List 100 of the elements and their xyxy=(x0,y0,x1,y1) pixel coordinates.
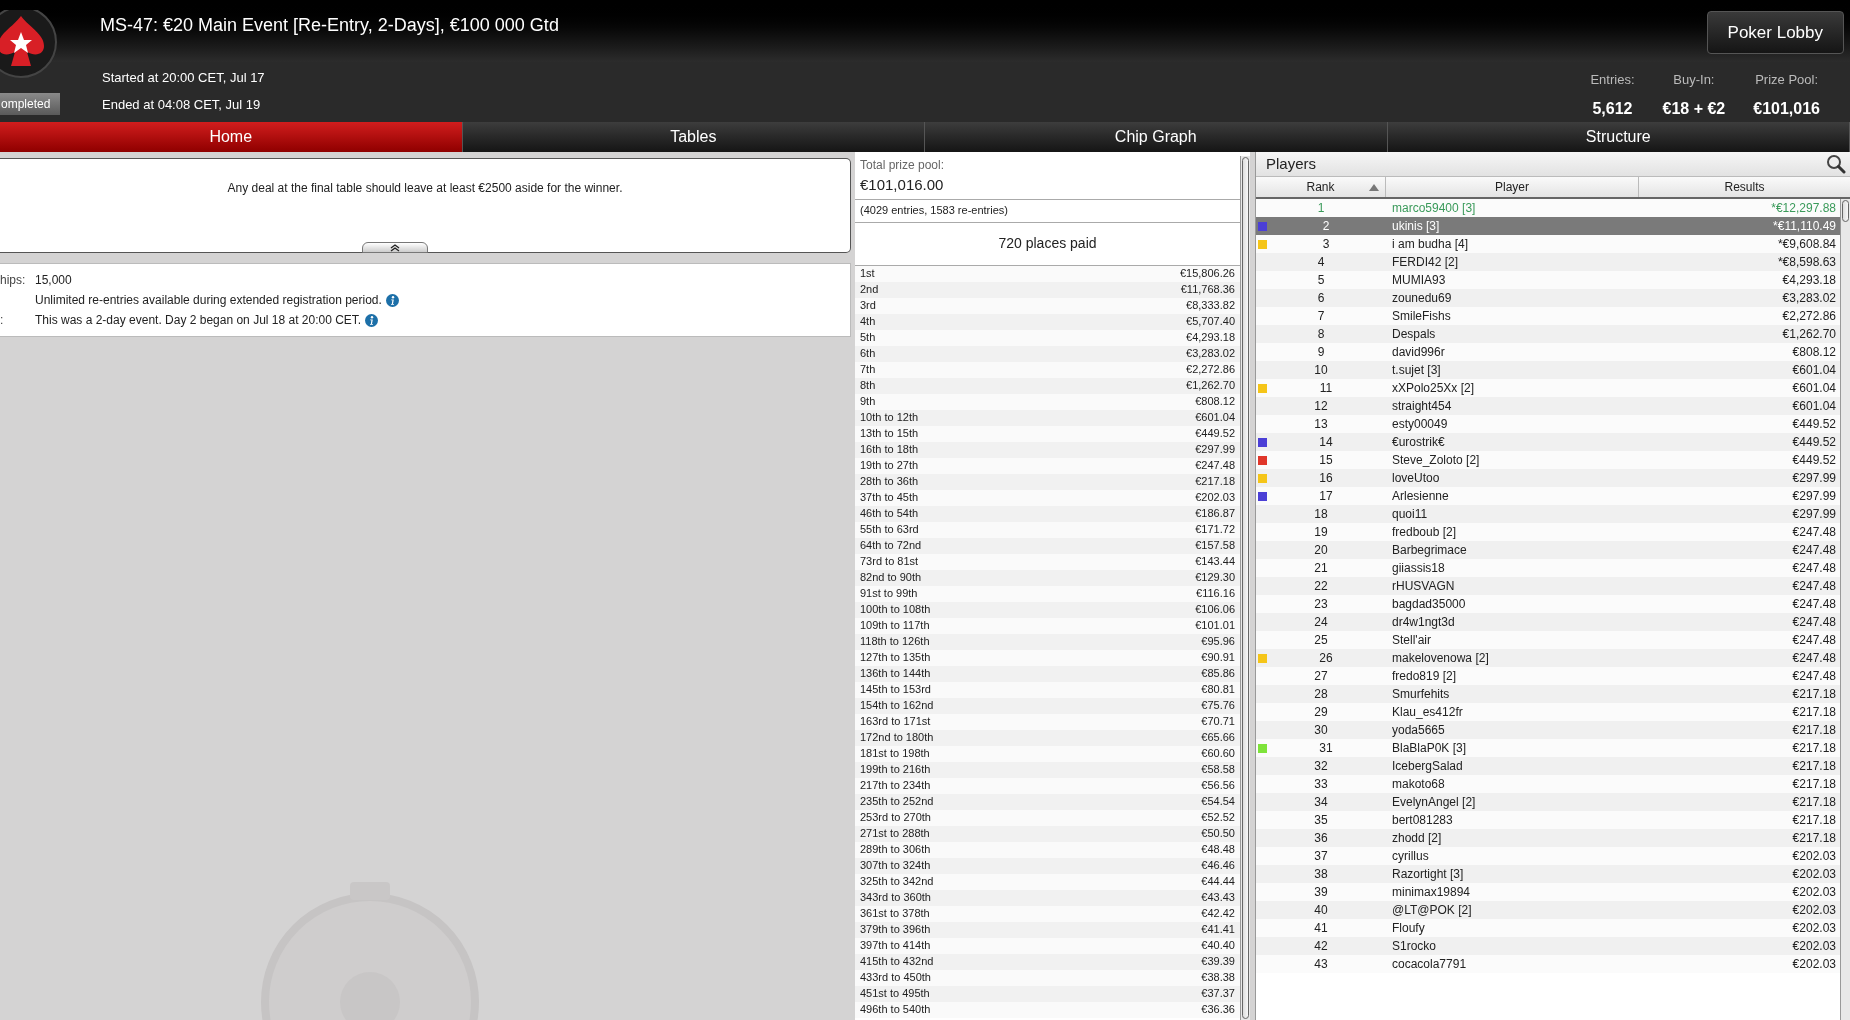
player-name: bagdad35000 xyxy=(1391,596,1467,613)
player-row[interactable]: 36 zhodd [2] €217.18 xyxy=(1256,829,1840,847)
player-row[interactable]: 33 makoto68 €217.18 xyxy=(1256,775,1840,793)
player-row[interactable]: 9 david996r €808.12 xyxy=(1256,343,1840,361)
payout-place: 343rd to 360th xyxy=(860,890,931,906)
player-row[interactable]: 34 EvelynAngel [2] €217.18 xyxy=(1256,793,1840,811)
player-row[interactable]: 26 makelovenowa [2] €247.48 xyxy=(1256,649,1840,667)
player-row[interactable]: 18 quoi11 €297.99 xyxy=(1256,505,1840,523)
player-row[interactable]: 17 Arlesienne €297.99 xyxy=(1256,487,1840,505)
player-row[interactable]: 23 bagdad35000 €247.48 xyxy=(1256,595,1840,613)
player-name: rHUSVAGN xyxy=(1391,578,1456,595)
player-row[interactable]: 11 xXPolo25Xx [2] €601.04 xyxy=(1256,379,1840,397)
player-row[interactable]: 14 €urostrik€ €449.52 xyxy=(1256,433,1840,451)
rank-cell-text: 11 xyxy=(1319,380,1333,397)
player-row[interactable]: 24 dr4w1ngt3d €247.48 xyxy=(1256,613,1840,631)
player-row[interactable]: 15 Steve_Zoloto [2] €449.52 xyxy=(1256,451,1840,469)
result-cell-text: €217.18 xyxy=(1791,812,1837,829)
player-row[interactable]: 7 SmileFishs €2,272.86 xyxy=(1256,307,1840,325)
column-header[interactable]: Rank xyxy=(1256,177,1386,197)
result-cell-text: €4,293.18 xyxy=(1781,272,1837,289)
rank-cell-text: 34 xyxy=(1314,794,1328,811)
payout-place: 9th xyxy=(860,394,876,410)
player-row[interactable]: 42 S1rocko €202.03 xyxy=(1256,937,1840,955)
payout-place: 145th to 153rd xyxy=(860,682,931,698)
payout-amount: €808.12 xyxy=(1195,394,1235,410)
player-row[interactable]: 43 cocacola7791 €202.03 xyxy=(1256,955,1840,973)
player-row[interactable]: 16 loveUtoo €297.99 xyxy=(1256,469,1840,487)
scrollbar[interactable] xyxy=(1840,199,1850,1020)
payout-amount: €42.42 xyxy=(1201,906,1235,922)
player-row[interactable]: 28 Smurfehits €217.18 xyxy=(1256,685,1840,703)
player-row[interactable]: 32 IcebergSalad €217.18 xyxy=(1256,757,1840,775)
result-cell-text: €217.18 xyxy=(1791,704,1837,721)
player-row[interactable]: 29 Klau_es412fr €217.18 xyxy=(1256,703,1840,721)
tab[interactable]: Tables xyxy=(462,122,925,152)
result-cell-text: €202.03 xyxy=(1791,866,1837,883)
player-row[interactable]: 20 Barbegrimace €247.48 xyxy=(1256,541,1840,559)
column-header[interactable]: Player xyxy=(1386,177,1639,197)
payout-amount: €601.04 xyxy=(1195,410,1235,426)
player-row[interactable]: 4 FERDI42 [2] *€8,598.63 xyxy=(1256,253,1840,271)
player-name: xXPolo25Xx [2] xyxy=(1391,380,1476,397)
payout-amount: €217.18 xyxy=(1195,474,1235,490)
player-row[interactable]: 22 rHUSVAGN €247.48 xyxy=(1256,577,1840,595)
info-text: This was a 2-day event. Day 2 began on Jul 18 at 20:00 CET. xyxy=(35,312,362,329)
payout-place: 100th to 108th xyxy=(860,602,931,618)
poker-lobby-button[interactable]: Poker Lobby xyxy=(1706,11,1844,54)
player-row[interactable]: 35 bert081283 €217.18 xyxy=(1256,811,1840,829)
players-title: Players xyxy=(1265,153,1317,174)
payout-amount: €40.40 xyxy=(1201,938,1235,954)
info-icon[interactable] xyxy=(385,293,399,307)
player-row[interactable]: 39 minimax19894 €202.03 xyxy=(1256,883,1840,901)
player-row[interactable]: 21 giiassis18 €247.48 xyxy=(1256,559,1840,577)
result-cell-text: €449.52 xyxy=(1791,416,1837,433)
player-row[interactable]: 40 @LT@POK [2] €202.03 xyxy=(1256,901,1840,919)
payout-place: 127th to 135th xyxy=(860,650,931,666)
player-row[interactable]: 13 esty00049 €449.52 xyxy=(1256,415,1840,433)
scrollbar[interactable] xyxy=(1240,156,1250,1020)
player-row[interactable]: 6 zounedu69 €3,283.02 xyxy=(1256,289,1840,307)
player-row[interactable]: 5 MUMIA93 €4,293.18 xyxy=(1256,271,1840,289)
player-name: cyrillus xyxy=(1391,848,1430,865)
info-icon[interactable] xyxy=(365,313,379,327)
payout-place: 163rd to 171st xyxy=(860,714,931,730)
player-row[interactable]: 38 Razortight [3] €202.03 xyxy=(1256,865,1840,883)
player-row[interactable]: 12 straight454 €601.04 xyxy=(1256,397,1840,415)
payout-place: 6th xyxy=(860,346,876,362)
search-icon[interactable] xyxy=(1826,154,1846,174)
stat-label: Buy-In: xyxy=(1673,71,1715,89)
player-row[interactable]: 1 marco59400 [3] *€12,297.88 xyxy=(1256,199,1840,217)
tab[interactable]: Structure xyxy=(1387,122,1850,152)
result-cell-text: €202.03 xyxy=(1791,938,1837,955)
payout-place: 10th to 12th xyxy=(860,410,919,426)
payout-place: 433rd to 450th xyxy=(860,970,931,986)
result-cell-text: *€11,110.49 xyxy=(1772,218,1837,235)
player-row[interactable]: 25 Stell'air €247.48 xyxy=(1256,631,1840,649)
tab[interactable]: Home xyxy=(0,122,463,152)
tab[interactable]: Chip Graph xyxy=(925,122,1388,152)
player-name: Razortight [3] xyxy=(1391,866,1465,883)
rank-cell-text: 5 xyxy=(1317,272,1325,289)
player-name: SmileFishs xyxy=(1391,308,1452,325)
player-row[interactable]: 41 Floufy €202.03 xyxy=(1256,919,1840,937)
payout-amount: €157.58 xyxy=(1195,538,1235,554)
payout-amount: €171.72 xyxy=(1195,522,1235,538)
player-name: @LT@POK [2] xyxy=(1391,902,1473,919)
column-header[interactable]: Results xyxy=(1639,177,1850,197)
player-row[interactable]: 19 fredboub [2] €247.48 xyxy=(1256,523,1840,541)
result-cell-text: €247.48 xyxy=(1791,542,1837,559)
rank-cell-text: 33 xyxy=(1314,776,1328,793)
player-row[interactable]: 2 ukinis [3] *€11,110.49 xyxy=(1256,217,1840,235)
player-row[interactable]: 30 yoda5665 €217.18 xyxy=(1256,721,1840,739)
rank-cell-text: 20 xyxy=(1314,542,1328,559)
player-row[interactable]: 37 cyrillus €202.03 xyxy=(1256,847,1840,865)
collapse-button[interactable] xyxy=(362,242,428,253)
player-row[interactable]: 8 Despals €1,262.70 xyxy=(1256,325,1840,343)
player-row[interactable]: 10 t.sujet [3] €601.04 xyxy=(1256,361,1840,379)
payout-amount: €56.56 xyxy=(1201,778,1235,794)
stat-label: Entries: xyxy=(1590,71,1635,89)
player-row[interactable]: 31 BlaBlaP0K [3] €217.18 xyxy=(1256,739,1840,757)
rank-cell-text: 13 xyxy=(1314,416,1328,433)
payout-amount: €101.01 xyxy=(1195,618,1235,634)
player-row[interactable]: 3 i am budha [4] *€9,608.84 xyxy=(1256,235,1840,253)
player-row[interactable]: 27 fredo819 [2] €247.48 xyxy=(1256,667,1840,685)
